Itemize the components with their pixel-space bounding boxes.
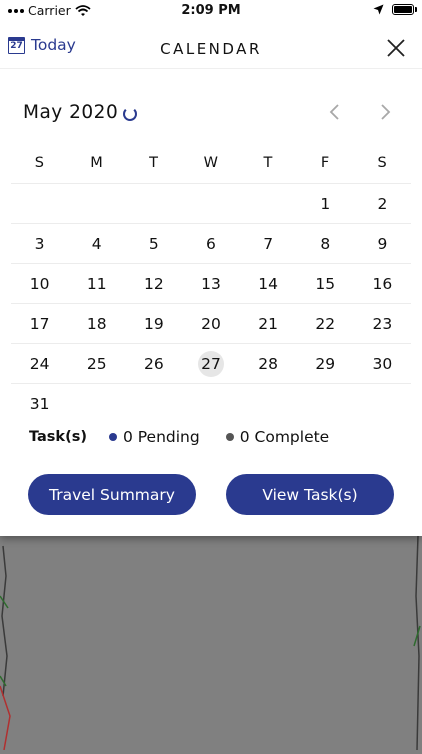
day-cell — [297, 384, 354, 423]
day-cell — [240, 384, 297, 423]
month-header: May 2020 — [23, 100, 399, 126]
chevron-right-icon[interactable] — [378, 103, 392, 121]
view-tasks-button[interactable]: View Task(s) — [226, 474, 394, 515]
day-cell[interactable]: 5 — [125, 224, 182, 263]
pending-dot-icon — [108, 433, 117, 441]
day-cell — [182, 184, 239, 223]
day-cell[interactable]: 24 — [11, 344, 68, 383]
day-cell — [11, 184, 68, 223]
day-cell[interactable]: 3 — [11, 224, 68, 263]
day-cell[interactable]: 26 — [125, 344, 182, 383]
day-cell[interactable]: 21 — [240, 304, 297, 343]
day-cell-today[interactable]: 27 — [182, 344, 239, 383]
day-cell[interactable]: 17 — [11, 304, 68, 343]
day-cell[interactable]: 23 — [354, 304, 411, 343]
day-cell — [125, 184, 182, 223]
day-cell[interactable]: 7 — [240, 224, 297, 263]
day-cell[interactable]: 14 — [240, 264, 297, 303]
calendar-week: 31 — [11, 384, 411, 423]
pending-count: 0 Pending — [122, 428, 200, 446]
day-cell[interactable]: 15 — [297, 264, 354, 303]
weekday-fri: F — [320, 155, 330, 171]
day-cell[interactable]: 22 — [297, 304, 354, 343]
calendar-week: 17 18 19 20 21 22 23 — [11, 304, 411, 344]
weekday-sun: S — [34, 155, 45, 171]
calendar-week: 1 2 — [11, 184, 411, 224]
location-arrow-icon — [373, 4, 384, 15]
day-cell[interactable]: 19 — [125, 304, 182, 343]
today-marker: 27 — [197, 350, 224, 377]
day-cell[interactable]: 1 — [297, 184, 354, 223]
day-cell[interactable]: 18 — [68, 304, 125, 343]
status-time: 2:09 PM — [181, 3, 241, 18]
weekday-sat: S — [377, 155, 388, 171]
month-label: May 2020 — [23, 102, 119, 123]
day-cell[interactable]: 8 — [297, 224, 354, 263]
day-cell — [68, 384, 125, 423]
complete-legend: 0 Complete — [225, 428, 330, 446]
loading-spinner-icon — [123, 107, 137, 121]
day-cell[interactable]: 16 — [354, 264, 411, 303]
day-cell[interactable]: 2 — [354, 184, 411, 223]
day-cell[interactable]: 20 — [182, 304, 239, 343]
day-cell — [354, 384, 411, 423]
map-view[interactable] — [0, 535, 422, 751]
day-cell[interactable]: 11 — [68, 264, 125, 303]
complete-dot-icon — [225, 433, 234, 441]
header-bar: 27 Today CALENDAR — [0, 28, 422, 69]
day-cell[interactable]: 28 — [240, 344, 297, 383]
status-right — [373, 4, 417, 15]
weekday-mon: M — [90, 155, 104, 171]
weekday-wed: W — [203, 155, 219, 171]
day-cell[interactable]: 4 — [68, 224, 125, 263]
day-cell[interactable]: 13 — [182, 264, 239, 303]
day-cell — [125, 384, 182, 423]
day-cell[interactable]: 10 — [11, 264, 68, 303]
calendar-grid: S M T W T F S 1 2 3 4 5 6 7 8 9 10 11 12… — [11, 143, 411, 423]
calendar-week: 10 11 12 13 14 15 16 — [11, 264, 411, 304]
day-cell — [240, 184, 297, 223]
day-cell[interactable]: 31 — [11, 384, 68, 423]
calendar-week: 3 4 5 6 7 8 9 — [11, 224, 411, 264]
map-routes — [0, 535, 422, 751]
tasks-label: Task(s) — [29, 429, 87, 445]
day-cell[interactable]: 25 — [68, 344, 125, 383]
battery-icon — [392, 4, 417, 15]
complete-count: 0 Complete — [239, 428, 330, 446]
weekday-header: S M T W T F S — [11, 143, 411, 184]
tasks-summary: Task(s) 0 Pending 0 Complete — [29, 428, 355, 446]
day-cell — [182, 384, 239, 423]
day-cell[interactable]: 6 — [182, 224, 239, 263]
weekday-thu: T — [263, 155, 273, 171]
day-cell[interactable]: 12 — [125, 264, 182, 303]
pending-legend: 0 Pending — [108, 428, 200, 446]
calendar-week: 24 25 26 27 28 29 30 — [11, 344, 411, 384]
status-bar: Carrier 2:09 PM — [0, 0, 422, 22]
close-icon[interactable] — [386, 38, 406, 58]
day-cell[interactable]: 9 — [354, 224, 411, 263]
day-cell[interactable]: 30 — [354, 344, 411, 383]
travel-summary-button[interactable]: Travel Summary — [28, 474, 196, 515]
day-cell — [68, 184, 125, 223]
weekday-tue: T — [149, 155, 159, 171]
chevron-left-icon[interactable] — [328, 103, 342, 121]
calendar-sheet: Carrier 2:09 PM 27 Today CALENDAR May 20… — [0, 0, 422, 536]
page-title: CALENDAR — [160, 40, 262, 58]
day-cell[interactable]: 29 — [297, 344, 354, 383]
